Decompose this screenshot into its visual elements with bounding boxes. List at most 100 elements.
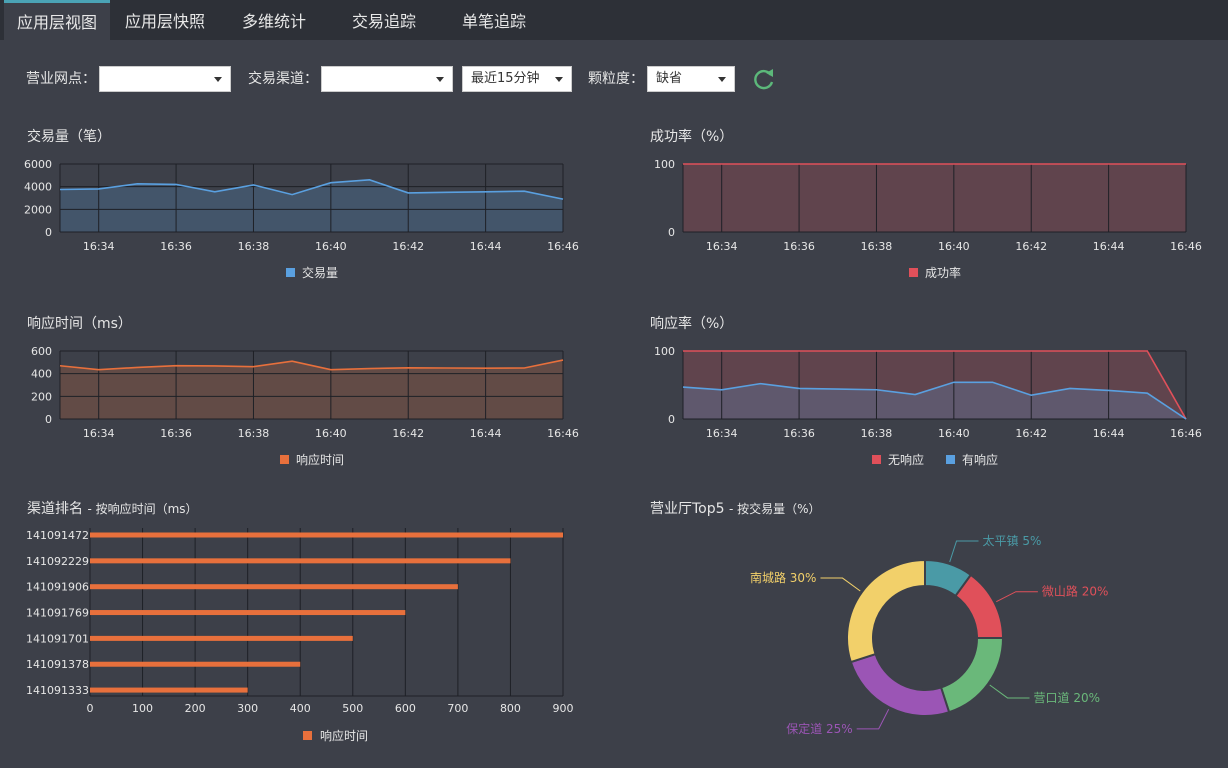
branch-label: 营业网点： bbox=[26, 71, 96, 87]
chevron-down-icon bbox=[555, 77, 563, 82]
x-tick-label: 16:36 bbox=[783, 240, 815, 253]
y-tick-label: 0 bbox=[45, 226, 52, 239]
y-tick-label: 4000 bbox=[24, 181, 52, 194]
success-chart: 0 100 16:34 16:36 16:38 16:40 16:42 16:44 16:46 成… bbox=[654, 158, 1202, 280]
category-label: 141092229 bbox=[26, 555, 89, 568]
tab-single-trace[interactable]: 单笔追踪 bbox=[446, 0, 542, 40]
legend-swatch-0 bbox=[909, 268, 918, 277]
volume-chart: 0 2000 4000 6000 16:34 16:36 16:38 16:40 16:42 16… bbox=[24, 158, 579, 280]
x-tick-label: 16:38 bbox=[238, 427, 270, 440]
slice-label-3: 保定道 25% bbox=[786, 721, 853, 736]
series-area-0 bbox=[60, 179, 563, 232]
x-tick-label: 16:34 bbox=[706, 240, 738, 253]
resp-rate-chart-title: 响应率（%） bbox=[650, 316, 734, 332]
slice-label-0: 太平镇 5% bbox=[983, 533, 1042, 548]
y-tick-label: 400 bbox=[31, 368, 52, 381]
branch-select[interactable] bbox=[99, 66, 231, 92]
x-tick-label: 16:46 bbox=[1170, 240, 1202, 253]
leader-line-4 bbox=[820, 577, 861, 592]
legend-label-0: 交易量 bbox=[302, 265, 338, 280]
refresh-icon[interactable] bbox=[752, 66, 776, 92]
slice-label-1: 微山路 20% bbox=[1042, 584, 1109, 599]
leader-line-2 bbox=[989, 684, 1030, 699]
x-tick-label: 100 bbox=[132, 702, 153, 715]
tab-application-snapshot[interactable]: 应用层快照 bbox=[114, 0, 216, 40]
legend-label-1: 有响应 bbox=[962, 452, 998, 467]
y-tick-label: 0 bbox=[668, 226, 675, 239]
granularity-select[interactable]: 缺省 bbox=[647, 66, 735, 92]
x-tick-label: 800 bbox=[500, 702, 521, 715]
x-tick-label: 900 bbox=[553, 702, 574, 715]
legend-label-0: 响应时间 bbox=[296, 452, 344, 467]
tab-application-view[interactable]: 应用层视图 bbox=[4, 0, 110, 40]
bar bbox=[90, 661, 301, 667]
bar bbox=[90, 610, 406, 616]
volume-chart-title: 交易量（笔） bbox=[27, 129, 111, 145]
series-area-0 bbox=[683, 164, 1186, 232]
donut-slice-4 bbox=[846, 558, 926, 664]
tab-transaction-trace[interactable]: 交易追踪 bbox=[336, 0, 432, 40]
period-select-value: 最近15分钟 bbox=[471, 71, 540, 86]
leader-line-1 bbox=[996, 591, 1038, 603]
filter-bar: 营业网点： 交易渠道： 最近15分钟 颗粒度： 缺省 bbox=[0, 66, 1228, 94]
legend-swatch-0 bbox=[280, 455, 289, 464]
legend-swatch-0 bbox=[286, 268, 295, 277]
leader-line-3 bbox=[856, 709, 890, 730]
y-tick-label: 600 bbox=[31, 345, 52, 358]
x-tick-label: 200 bbox=[185, 702, 206, 715]
period-select[interactable]: 最近15分钟 bbox=[462, 66, 572, 92]
x-tick-label: 16:40 bbox=[315, 427, 347, 440]
x-tick-label: 16:40 bbox=[315, 240, 347, 253]
bar bbox=[90, 635, 353, 641]
y-tick-label: 100 bbox=[654, 345, 675, 358]
granularity-label: 颗粒度： bbox=[588, 71, 644, 87]
top5-title: 营业厅Top5 - 按交易量（%） bbox=[650, 498, 821, 518]
x-tick-label: 400 bbox=[290, 702, 311, 715]
y-tick-label: 200 bbox=[31, 390, 52, 403]
chevron-down-icon bbox=[436, 77, 444, 82]
x-tick-label: 16:42 bbox=[1015, 240, 1047, 253]
x-tick-label: 16:36 bbox=[160, 427, 192, 440]
y-tick-label: 100 bbox=[654, 158, 675, 171]
x-tick-label: 16:44 bbox=[470, 240, 502, 253]
category-label: 141091472 bbox=[26, 529, 89, 542]
x-tick-label: 16:40 bbox=[938, 427, 970, 440]
legend-label-0: 成功率 bbox=[925, 265, 961, 280]
legend-label-0: 响应时间 bbox=[320, 728, 368, 743]
x-tick-label: 16:42 bbox=[392, 427, 424, 440]
bar bbox=[90, 687, 248, 693]
donut-slice-2 bbox=[939, 637, 1005, 714]
category-label: 141091906 bbox=[26, 581, 89, 594]
category-label: 141091378 bbox=[26, 658, 89, 671]
x-tick-label: 0 bbox=[87, 702, 94, 715]
resp-time-chart-title: 响应时间（ms） bbox=[27, 316, 132, 332]
x-tick-label: 16:38 bbox=[861, 240, 893, 253]
channel-label: 交易渠道： bbox=[248, 71, 318, 87]
bar bbox=[90, 584, 458, 590]
x-tick-label: 16:36 bbox=[160, 240, 192, 253]
x-tick-label: 700 bbox=[447, 702, 468, 715]
x-tick-label: 16:42 bbox=[1015, 427, 1047, 440]
top5-donut-chart: 太平镇 5% 微山路 20% 营口道 20% 保定道 25% 南城路 30% bbox=[750, 533, 1109, 736]
channel-rank-subtitle: - 按响应时间（ms） bbox=[87, 502, 198, 516]
donut-slice-3 bbox=[849, 652, 951, 717]
x-tick-label: 16:40 bbox=[938, 240, 970, 253]
x-tick-label: 16:46 bbox=[1170, 427, 1202, 440]
y-tick-label: 0 bbox=[45, 413, 52, 426]
resp-time-chart: 0 200 400 600 16:34 16:36 16:38 16:40 16:42 16:44… bbox=[31, 345, 579, 467]
bar bbox=[90, 532, 563, 538]
granularity-select-value: 缺省 bbox=[656, 71, 683, 86]
leader-line-0 bbox=[949, 540, 979, 563]
tab-multi-stats[interactable]: 多维统计 bbox=[226, 0, 322, 40]
channel-select[interactable] bbox=[321, 66, 453, 92]
legend-swatch-0 bbox=[303, 731, 312, 740]
x-tick-label: 16:36 bbox=[783, 427, 815, 440]
x-tick-label: 16:46 bbox=[547, 240, 579, 253]
x-tick-label: 16:34 bbox=[706, 427, 738, 440]
x-tick-label: 500 bbox=[342, 702, 363, 715]
x-tick-label: 16:38 bbox=[238, 240, 270, 253]
legend-label-0: 无响应 bbox=[888, 452, 924, 467]
channel-rank-title: 渠道排名 - 按响应时间（ms） bbox=[27, 498, 198, 518]
y-tick-label: 6000 bbox=[24, 158, 52, 171]
category-label: 141091701 bbox=[26, 632, 89, 645]
